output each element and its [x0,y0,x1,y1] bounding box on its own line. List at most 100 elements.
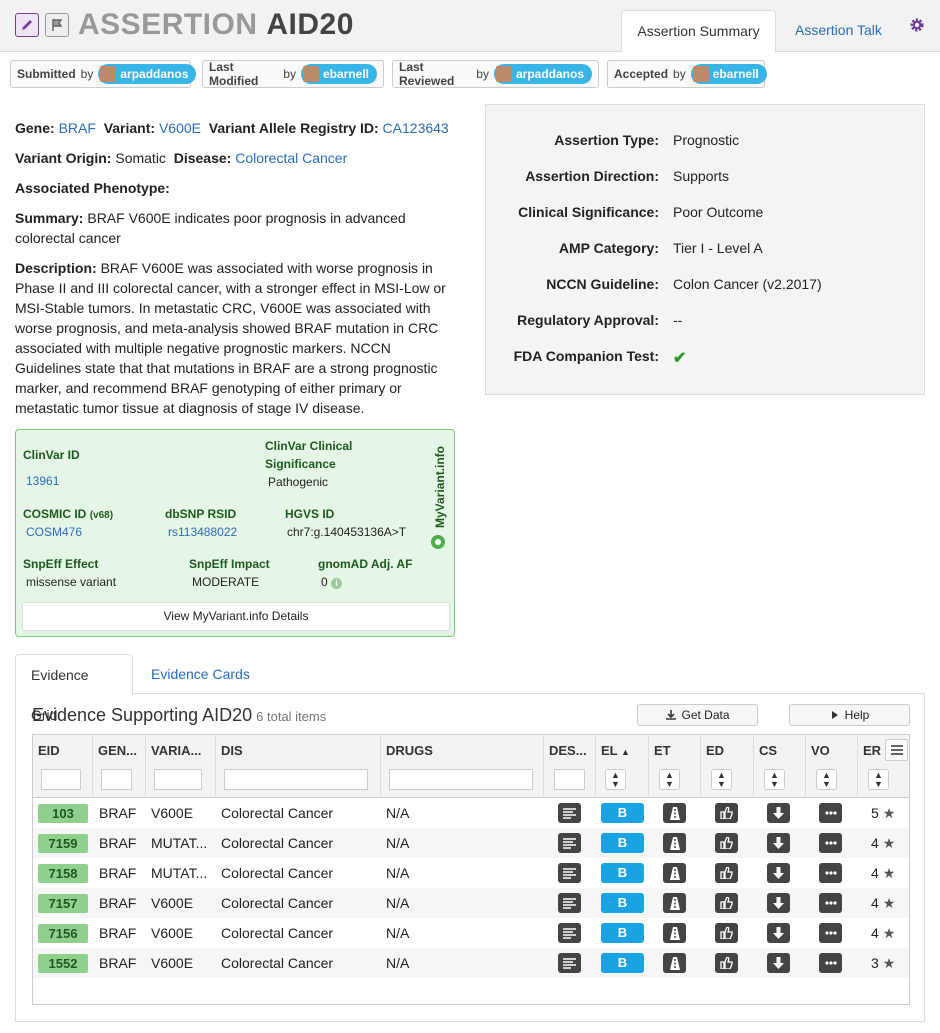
arrow-down-icon[interactable] [767,953,790,973]
arrow-down-icon[interactable] [767,923,790,943]
description-icon[interactable] [558,803,581,823]
tab-assertion-talk[interactable]: Assertion Talk [781,10,896,53]
evidence-type-icon[interactable] [663,863,686,883]
ellipsis-icon[interactable] [819,953,842,973]
ellipsis-icon[interactable] [819,893,842,913]
star-icon: ★ [882,925,896,941]
filter-select[interactable]: ▲ ▼ [868,769,889,790]
tab-evidence-grid[interactable]: Evidence Grid [15,654,133,723]
detail-value: -- [673,312,683,328]
col-clinical-significance[interactable]: CS ▲ ▼ [754,735,806,798]
gnomad-value-wrap: 0 i [321,575,343,589]
evidence-type-icon[interactable] [663,833,686,853]
user-badge[interactable]: arpaddanos [493,64,592,84]
variant-link[interactable]: V600E [159,120,201,136]
col-variant[interactable]: VARIA... [146,735,216,798]
eid-badge[interactable]: 103 [38,804,88,823]
thumbs-up-icon[interactable] [715,953,738,973]
thumbs-up-icon[interactable] [715,923,738,943]
col-description[interactable]: DES... [544,735,596,798]
evidence-type-icon[interactable] [663,953,686,973]
description-icon[interactable] [558,833,581,853]
eid-badge[interactable]: 7156 [38,924,88,943]
evidence-type-icon[interactable] [663,803,686,823]
col-gene[interactable]: GEN... [93,735,146,798]
help-button[interactable]: Help [789,704,910,726]
gene-link[interactable]: BRAF [59,120,96,136]
disease-link[interactable]: Colorectal Cancer [235,150,347,166]
col-disease[interactable]: DIS [216,735,381,798]
filter-input[interactable] [389,769,533,790]
evidence-level-badge[interactable]: B [601,923,644,943]
table-row[interactable]: 7158 BRAF MUTAT... Colorectal Cancer N/A B 4 ★ [33,858,909,888]
ellipsis-icon[interactable] [819,833,842,853]
filter-input[interactable] [224,769,368,790]
filter-select[interactable]: ▲ ▼ [764,769,785,790]
filter-select[interactable]: ▲ ▼ [711,769,732,790]
filter-input[interactable] [554,769,585,790]
table-row[interactable]: 103 BRAF V600E Colorectal Cancer N/A B 5 ★ [33,798,909,828]
info-icon[interactable]: i [331,578,343,589]
evidence-type-icon[interactable] [663,923,686,943]
col-evidence-level[interactable]: EL ▲ ▲ ▼ [596,735,649,798]
thumbs-up-icon[interactable] [715,833,738,853]
view-myvariant-details-button[interactable]: View MyVariant.info Details [22,602,450,631]
filter-input[interactable] [41,769,81,790]
user-badge[interactable]: ebarnell [300,64,377,84]
col-eid[interactable]: EID [33,735,93,798]
filter-select[interactable]: ▲ ▼ [659,769,680,790]
registry-link[interactable]: CA123643 [383,120,449,136]
cosmic-link[interactable]: COSM476 [26,525,82,539]
col-evidence-direction[interactable]: ED ▲ ▼ [701,735,754,798]
tab-assertion-summary[interactable]: Assertion Summary [621,10,776,53]
grid-menu-icon[interactable] [885,739,908,761]
evidence-level-badge[interactable]: B [601,833,644,853]
edit-button[interactable] [15,13,39,37]
arrow-down-icon[interactable] [767,863,790,883]
col-variant-origin[interactable]: VO ▲ ▼ [806,735,858,798]
flag-button[interactable] [45,13,69,37]
description-icon[interactable] [558,953,581,973]
table-row[interactable]: 7157 BRAF V600E Colorectal Cancer N/A B 4 ★ [33,888,909,918]
eid-badge[interactable]: 1552 [38,954,88,973]
tab-evidence-cards[interactable]: Evidence Cards [136,654,265,695]
thumbs-up-icon[interactable] [715,803,738,823]
description-icon[interactable] [558,893,581,913]
gear-icon[interactable] [909,17,925,36]
evidence-level-badge[interactable]: B [601,953,644,973]
disease-cell: Colorectal Cancer [221,895,334,911]
description-icon[interactable] [558,863,581,883]
table-row[interactable]: 7156 BRAF V600E Colorectal Cancer N/A B 4 ★ [33,918,909,948]
get-data-button[interactable]: Get Data [637,704,758,726]
thumbs-up-icon[interactable] [715,863,738,883]
filter-input[interactable] [154,769,202,790]
clinvar-id-link[interactable]: 13961 [26,474,59,488]
arrow-down-icon[interactable] [767,803,790,823]
evidence-level-badge[interactable]: B [601,893,644,913]
pencil-icon [22,20,32,30]
eid-badge[interactable]: 7159 [38,834,88,853]
filter-input[interactable] [101,769,132,790]
evidence-panel: Evidence Supporting AID20 6 total items G… [15,694,925,1022]
table-row[interactable]: 1552 BRAF V600E Colorectal Cancer N/A B 3 ★ [33,948,909,978]
evidence-level-badge[interactable]: B [601,863,644,883]
col-drugs[interactable]: DRUGS [381,735,544,798]
arrow-down-icon[interactable] [767,893,790,913]
evidence-level-badge[interactable]: B [601,803,644,823]
ellipsis-icon[interactable] [819,863,842,883]
ellipsis-icon[interactable] [819,803,842,823]
user-badge[interactable]: ebarnell [690,64,767,84]
user-badge[interactable]: arpaddanos [98,64,197,84]
col-evidence-type[interactable]: ET ▲ ▼ [649,735,701,798]
dbsnp-link[interactable]: rs113488022 [168,525,237,539]
description-icon[interactable] [558,923,581,943]
filter-select[interactable]: ▲ ▼ [816,769,837,790]
ellipsis-icon[interactable] [819,923,842,943]
eid-badge[interactable]: 7158 [38,864,88,883]
evidence-type-icon[interactable] [663,893,686,913]
table-row[interactable]: 7159 BRAF MUTAT... Colorectal Cancer N/A B 4 ★ [33,828,909,858]
filter-select[interactable]: ▲ ▼ [605,769,626,790]
arrow-down-icon[interactable] [767,833,790,853]
thumbs-up-icon[interactable] [715,893,738,913]
eid-badge[interactable]: 7157 [38,894,88,913]
